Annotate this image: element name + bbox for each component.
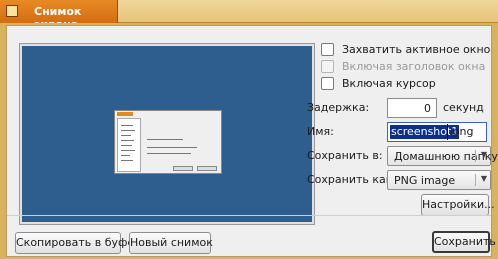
capture-active-window-label: Захватить активное окно xyxy=(342,43,491,56)
include-title-checkbox xyxy=(321,60,334,73)
delay-value: 0 xyxy=(424,102,431,115)
divider xyxy=(7,215,491,216)
include-cursor-checkbox[interactable] xyxy=(321,77,334,90)
text-cursor xyxy=(447,124,448,140)
delay-unit: секунд xyxy=(443,101,484,114)
name-label: Имя: xyxy=(307,125,334,138)
save-in-select[interactable]: Домашнюю папку ▼ xyxy=(387,146,498,166)
chevron-down-icon: ▼ xyxy=(480,150,487,159)
taskbar: Снимок экрана xyxy=(0,0,498,31)
preview-thumbnail-window xyxy=(114,110,222,174)
delay-spin-field[interactable]: 0 xyxy=(387,98,437,118)
new-snapshot-button[interactable]: Новый снимок xyxy=(129,232,213,254)
save-as-value: PNG image xyxy=(394,174,456,187)
preview-frame xyxy=(19,43,315,225)
save-as-label: Сохранить как: xyxy=(307,173,397,186)
screenshot-dialog: Захватить активное окно Включая заголово… xyxy=(6,25,498,257)
window-frame: Захватить активное окно Включая заголово… xyxy=(0,23,498,259)
settings-button[interactable]: Настройки... xyxy=(421,194,495,216)
chevron-down-icon: ▼ xyxy=(480,174,487,183)
save-in-label: Сохранить в: xyxy=(307,149,383,162)
delay-label: Задержка: xyxy=(307,101,370,114)
save-as-select[interactable]: PNG image ▼ xyxy=(387,170,491,190)
thumbnail-titlebar xyxy=(117,112,133,116)
include-cursor-label: Включая курсор xyxy=(342,77,436,90)
capture-active-window-checkbox[interactable] xyxy=(321,43,334,56)
include-title-label: Включая заголовок окна xyxy=(342,60,486,73)
file-name-input[interactable]: screenshot1 .png xyxy=(387,122,487,142)
screenshot-preview xyxy=(22,46,312,222)
window-tab[interactable]: Снимок экрана xyxy=(0,0,118,31)
window-icon xyxy=(6,5,18,17)
thumbnail-sidebar xyxy=(117,118,141,172)
copy-to-buffer-button[interactable]: Скопировать в буфер xyxy=(15,232,141,254)
file-name-extension: .png xyxy=(449,125,474,138)
save-button[interactable]: Сохранить xyxy=(432,231,496,253)
